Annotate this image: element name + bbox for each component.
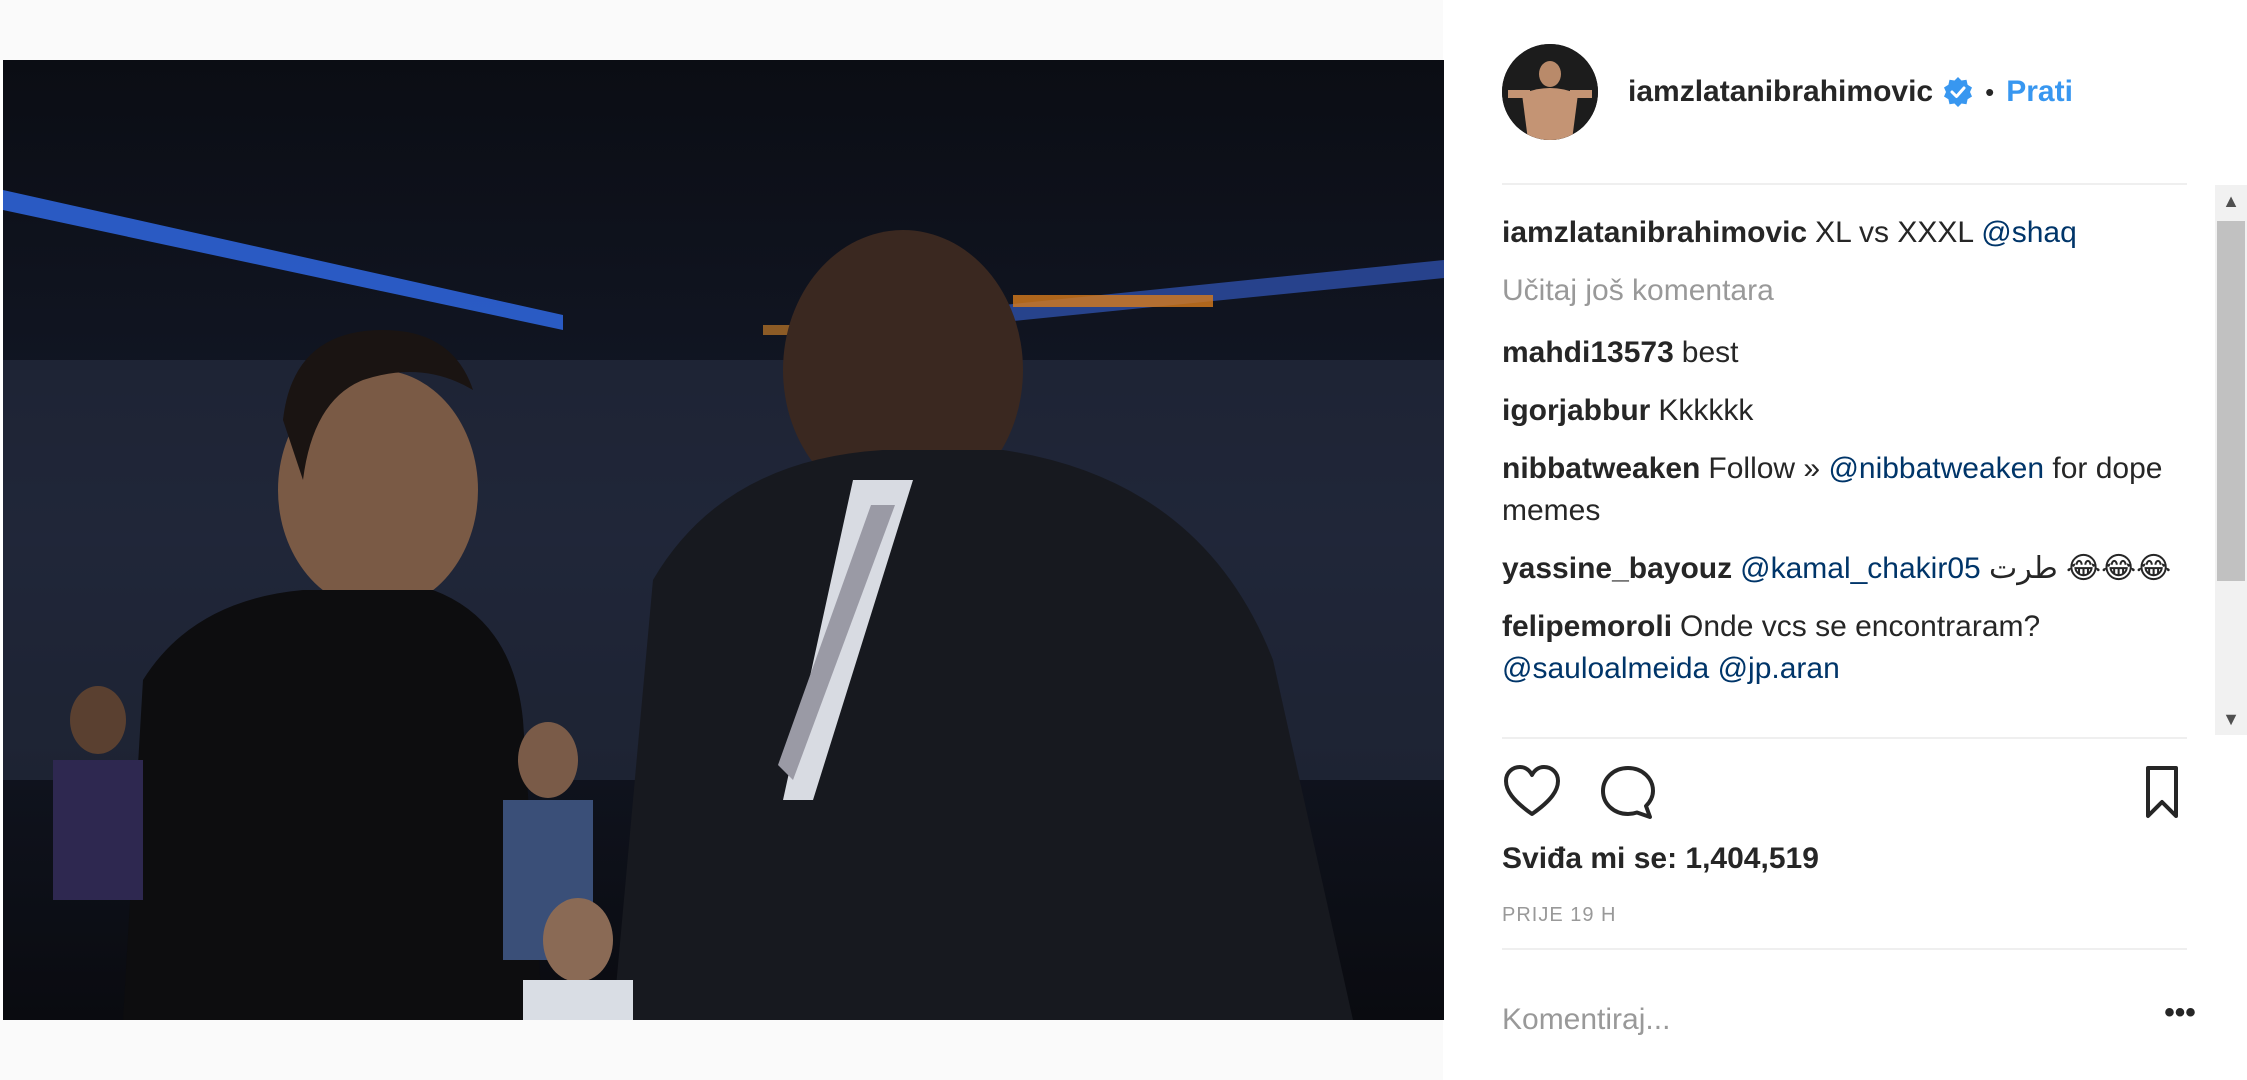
comment-mention-2[interactable]: @jp.aran <box>1718 652 1840 685</box>
comment-item: mahdi13573 best <box>1502 332 2192 374</box>
comment-author[interactable]: mahdi13573 <box>1502 336 1674 369</box>
avatar-image <box>1502 44 1598 140</box>
comments-divider <box>1502 737 2187 739</box>
comment-input[interactable] <box>1502 990 2082 1050</box>
caption: iamzlatanibrahimovic XL vs XXXL @shaq <box>1502 212 2192 254</box>
header-divider <box>1502 183 2187 185</box>
heart-icon[interactable] <box>1502 762 1562 822</box>
footer-divider <box>1502 948 2187 950</box>
post-header: iamzlatanibrahimovic • Prati <box>1502 42 2202 142</box>
caption-mention[interactable]: @shaq <box>1981 216 2077 249</box>
comment-item: igorjabbur Kkkkkk <box>1502 390 2192 432</box>
header-username[interactable]: iamzlatanibrahimovic <box>1628 75 1933 109</box>
comment-text-after <box>1709 652 1717 685</box>
comment-mention[interactable]: @sauloalmeida <box>1502 652 1709 685</box>
comment-text: Kkkkkk <box>1658 394 1754 427</box>
caption-text: XL vs XXXL <box>1815 216 1982 249</box>
caption-author[interactable]: iamzlatanibrahimovic <box>1502 216 1807 249</box>
speech-bubble-icon[interactable] <box>1598 762 1658 822</box>
comment-item: yassine_bayouz @kamal_chakir05 طرت 😂😂😂 <box>1502 548 2192 590</box>
post-photo-illustration <box>3 60 1444 1020</box>
comment-author[interactable]: nibbatweaken <box>1502 452 1700 485</box>
comment-mention[interactable]: @nibbatweaken <box>1828 452 2044 485</box>
post-photo[interactable] <box>3 60 1444 1020</box>
post-details-panel: iamzlatanibrahimovic • Prati iamzlatanib… <box>1444 0 2247 1080</box>
load-more-comments-link[interactable]: Učitaj još komentara <box>1502 270 2192 312</box>
page-top-strip <box>0 0 1443 60</box>
comment-text: Follow » <box>1708 452 1829 485</box>
post-actions <box>1502 762 2192 822</box>
scroll-thumb[interactable] <box>2217 221 2245 581</box>
verified-badge-icon <box>1943 77 1973 107</box>
comment-text-after: طرت 😂😂😂 <box>1980 552 2172 585</box>
comments-scrollbar[interactable]: ▲ ▼ <box>2215 185 2247 735</box>
comment-author[interactable]: yassine_bayouz <box>1502 552 1732 585</box>
add-comment-section: ••• <box>1502 980 2202 1060</box>
scroll-up-arrow-icon[interactable]: ▲ <box>2215 185 2247 217</box>
page-bottom-strip <box>0 1020 1443 1080</box>
comment-item: nibbatweaken Follow » @nibbatweaken for d… <box>1502 448 2192 532</box>
likes-count[interactable]: Sviđa mi se: 1,404,519 <box>1502 842 1819 876</box>
comment-text: best <box>1681 336 1739 369</box>
comment-author[interactable]: felipemoroli <box>1502 610 1672 643</box>
more-options-button[interactable]: ••• <box>2158 998 2202 1042</box>
comment-text: Onde vcs se encontraram? <box>1680 610 2041 643</box>
post-timestamp[interactable]: PRIJE 19 H <box>1502 904 1616 927</box>
header-separator: • <box>1985 76 1995 107</box>
comment-author[interactable]: igorjabbur <box>1502 394 1650 427</box>
comment-mention[interactable]: @kamal_chakir05 <box>1740 552 1981 585</box>
avatar[interactable] <box>1502 44 1598 140</box>
comment-item: felipemoroli Onde vcs se encontraram? @sa… <box>1502 606 2192 690</box>
bookmark-icon[interactable] <box>2132 762 2192 822</box>
follow-button[interactable]: Prati <box>2006 75 2073 109</box>
scroll-down-arrow-icon[interactable]: ▼ <box>2215 703 2247 735</box>
comments-list: iamzlatanibrahimovic XL vs XXXL @shaq Uči… <box>1502 212 2192 737</box>
